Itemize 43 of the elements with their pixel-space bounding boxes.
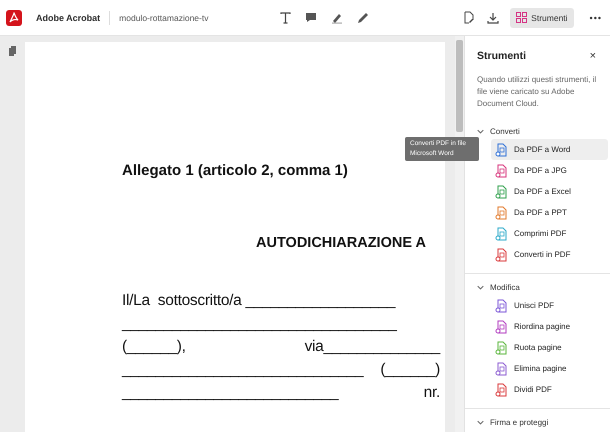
tool-item[interactable]: Da PDF a JPG (491, 160, 608, 181)
tool-item[interactable]: Dividi PDF (491, 379, 608, 400)
grid-icon (516, 12, 528, 23)
tool-item[interactable]: Da PDF a Excel (491, 181, 608, 202)
tool-item[interactable]: Elimina pagine (491, 358, 608, 379)
section-header[interactable]: Converti (465, 124, 610, 139)
more-button[interactable]: ••• (590, 12, 602, 22)
file-name: modulo-rottamazione-tv (119, 12, 208, 22)
sign-document-icon[interactable] (462, 10, 476, 24)
tools-button[interactable]: Strumenti (510, 8, 574, 28)
form-line-text: (______), (122, 337, 186, 356)
download-icon[interactable] (486, 10, 500, 24)
tool-item[interactable]: Ruota pagine (491, 337, 608, 358)
section-header[interactable]: Modifica (465, 280, 610, 295)
pages-icon[interactable] (8, 46, 17, 56)
chevron-icon (477, 419, 484, 426)
panel-title: Strumenti (477, 50, 526, 62)
form-line-text: via______________ (304, 337, 440, 356)
pen-icon[interactable] (356, 10, 370, 24)
scrollbar-thumb[interactable] (456, 40, 463, 132)
tool-item[interactable]: Comprimi PDF (491, 223, 608, 244)
close-button[interactable]: × (590, 50, 596, 62)
tool-item[interactable]: Da PDF a PPT (491, 202, 608, 223)
form-line-text: _________________________________ (122, 314, 397, 333)
tool-item[interactable]: Unisci PDF (491, 295, 608, 316)
form-line-text: (______) (380, 360, 440, 379)
app-name: Adobe Acrobat (36, 12, 100, 22)
form-line-text: _____________________________ (122, 360, 364, 379)
panel-description: Quando utilizzi questi strumenti, il file viene caricato su Adobe Document Cloud. (477, 74, 598, 110)
chevron-icon (477, 284, 484, 291)
comment-icon[interactable] (304, 10, 318, 24)
form-line-text: __________________________ (122, 383, 338, 402)
text-tool-icon[interactable] (278, 10, 292, 24)
chevron-icon (477, 128, 484, 135)
document-title: AUTODICHIARAZIONE A (256, 235, 427, 251)
tool-item[interactable]: Riordina pagine (491, 316, 608, 337)
tool-item[interactable]: Converti in PDF (491, 244, 608, 265)
section-header[interactable]: Firma e proteggi (465, 415, 610, 430)
app-logo (6, 10, 22, 26)
form-line-text: nr. (424, 383, 440, 402)
tool-item[interactable]: Da PDF a Word (491, 139, 608, 160)
document-heading: Allegato 1 (articolo 2, comma 1) (122, 162, 349, 179)
form-line-text: Il/La sottoscritto/a __________________ (122, 291, 396, 310)
